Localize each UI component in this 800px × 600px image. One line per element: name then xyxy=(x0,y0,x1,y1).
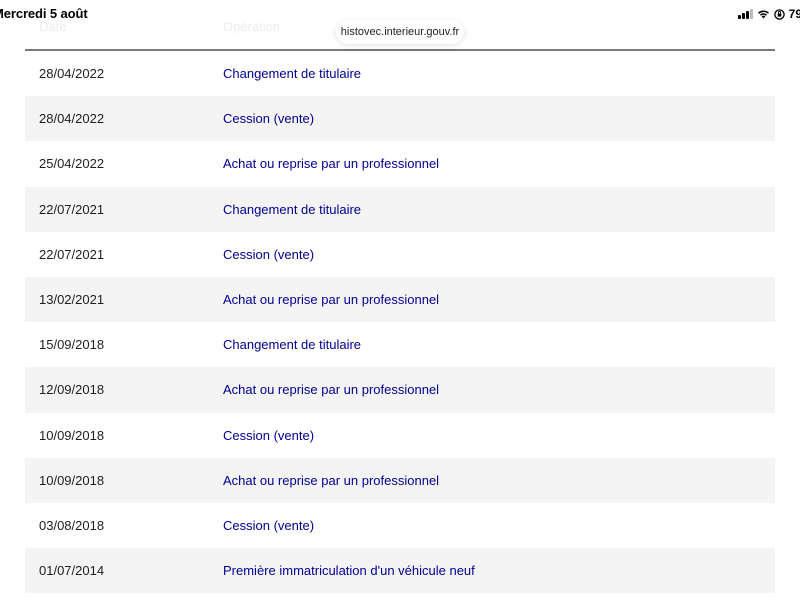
row-operation-link[interactable]: Cession (vente) xyxy=(223,247,314,262)
row-operation-link[interactable]: Cession (vente) xyxy=(223,111,314,126)
table-row: 28/04/2022 Changement de titulaire xyxy=(25,51,775,96)
row-date: 13/02/2021 xyxy=(39,292,105,308)
table-row: 25/04/2022 Achat ou reprise par un profes… xyxy=(25,141,775,186)
row-date: 15/09/2018 xyxy=(39,337,105,353)
table-body: 28/04/2022 Changement de titulaire 28/04/2… xyxy=(25,51,775,594)
table-row: 10/09/2018 Achat ou reprise par un profes… xyxy=(25,457,775,503)
table-row: 15/09/2018 Changement de titulaire xyxy=(25,322,775,367)
row-operation-link[interactable]: Changement de titulaire xyxy=(223,66,361,81)
table-row: 13/02/2021 Achat ou reprise par un profes… xyxy=(25,276,775,323)
row-date: 25/04/2022 xyxy=(39,156,105,172)
table-row: 12/09/2018 Achat ou reprise par un profes… xyxy=(25,367,775,413)
history-table: Date Opération 28/04/2022 Changement de t… xyxy=(25,0,775,594)
orientation-lock-icon xyxy=(773,8,785,20)
cellular-signal-icon xyxy=(737,9,753,19)
table-row: 10/09/2018 Cession (vente) xyxy=(25,413,775,458)
status-icons: 79 xyxy=(737,7,800,21)
wifi-icon xyxy=(757,10,769,19)
row-operation-link[interactable]: Première immatriculation d'un véhicule n… xyxy=(223,563,475,578)
row-date: 12/09/2018 xyxy=(39,382,105,398)
row-operation-link[interactable]: Cession (vente) xyxy=(223,518,314,533)
row-operation-link[interactable]: Achat ou reprise par un professionnel xyxy=(223,156,439,171)
row-date: 22/07/2021 xyxy=(39,246,105,262)
url-bar[interactable]: histovec.interieur.gouv.fr xyxy=(336,20,464,44)
row-operation-link[interactable]: Changement de titulaire xyxy=(223,337,361,352)
row-date: 01/07/2014 xyxy=(39,563,105,579)
status-time: Mercredi 5 août xyxy=(0,6,88,21)
row-operation-link[interactable]: Cession (vente) xyxy=(223,428,314,443)
row-operation-link[interactable]: Achat ou reprise par un professionnel xyxy=(223,292,439,307)
row-operation-link[interactable]: Changement de titulaire xyxy=(223,202,361,217)
row-date: 28/04/2022 xyxy=(39,66,105,82)
row-date: 28/04/2022 xyxy=(39,111,105,127)
table-row: 28/04/2022 Cession (vente) xyxy=(25,96,775,142)
row-date: 10/09/2018 xyxy=(39,427,105,443)
row-date: 22/07/2021 xyxy=(39,201,105,217)
table-row: 01/07/2014 Première immatriculation d'un … xyxy=(25,548,775,594)
page: Mercredi 5 août 79 histovec.interieur.go… xyxy=(0,0,800,600)
row-date: 03/08/2018 xyxy=(39,517,105,533)
table-row: 22/07/2021 Cession (vente) xyxy=(25,232,775,277)
battery-percentage: 79 xyxy=(788,7,800,21)
row-operation-link[interactable]: Achat ou reprise par un professionnel xyxy=(223,473,439,488)
row-operation-link[interactable]: Achat ou reprise par un professionnel xyxy=(223,382,439,397)
row-date: 10/09/2018 xyxy=(39,472,105,488)
table-row: 03/08/2018 Cession (vente) xyxy=(25,503,775,548)
table-row: 22/07/2021 Changement de titulaire xyxy=(25,186,775,232)
